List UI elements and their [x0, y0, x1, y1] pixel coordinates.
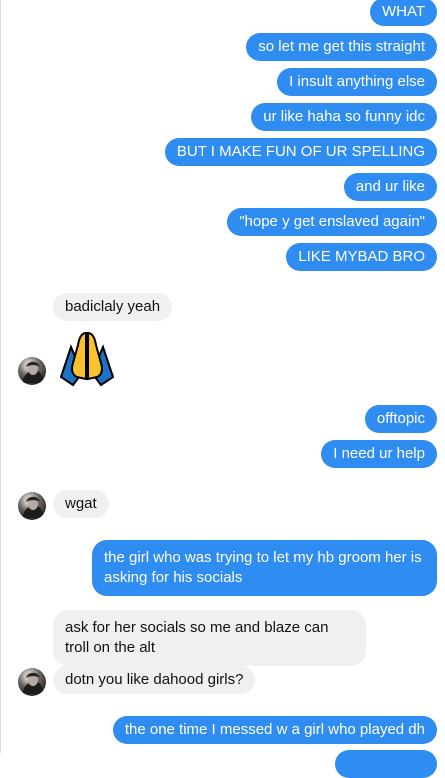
message-bubble-outgoing[interactable]: I insult anything else: [277, 68, 437, 96]
message-bubble-outgoing[interactable]: the girl who was trying to let my hb gro…: [92, 540, 437, 596]
message-bubble-outgoing[interactable]: offtopic: [364, 405, 437, 433]
message-bubble-outgoing[interactable]: BUT I MAKE FUN OF UR SPELLING: [164, 138, 437, 166]
message-bubble-outgoing[interactable]: LIKE MYBAD BRO: [286, 243, 437, 271]
message-bubble-outgoing-partial[interactable]: [335, 750, 437, 778]
message-bubble-outgoing[interactable]: WHAT: [369, 0, 437, 26]
message-bubble-outgoing[interactable]: I need ur help: [321, 440, 437, 468]
message-bubble-outgoing[interactable]: "hope y get enslaved again": [227, 208, 437, 236]
message-bubble-incoming[interactable]: ask for her socials so me and blaze can …: [53, 610, 366, 666]
message-bubble-outgoing[interactable]: and ur like: [343, 173, 437, 201]
conversation-left-border: [0, 0, 1, 753]
contact-avatar[interactable]: [18, 492, 46, 520]
message-bubble-incoming[interactable]: badiclaly yeah: [53, 293, 173, 321]
contact-avatar[interactable]: [18, 357, 46, 385]
message-bubble-incoming[interactable]: wgat: [53, 490, 109, 518]
message-bubble-outgoing[interactable]: ur like haha so funny idc: [251, 103, 437, 131]
message-bubble-outgoing[interactable]: so let me get this straight: [246, 33, 437, 61]
contact-avatar[interactable]: [18, 668, 46, 696]
folded-hands-icon: [57, 331, 117, 387]
message-bubble-outgoing[interactable]: the one time I messed w a girl who playe…: [112, 716, 437, 744]
message-bubble-incoming[interactable]: dotn you like dahood girls?: [53, 666, 256, 694]
